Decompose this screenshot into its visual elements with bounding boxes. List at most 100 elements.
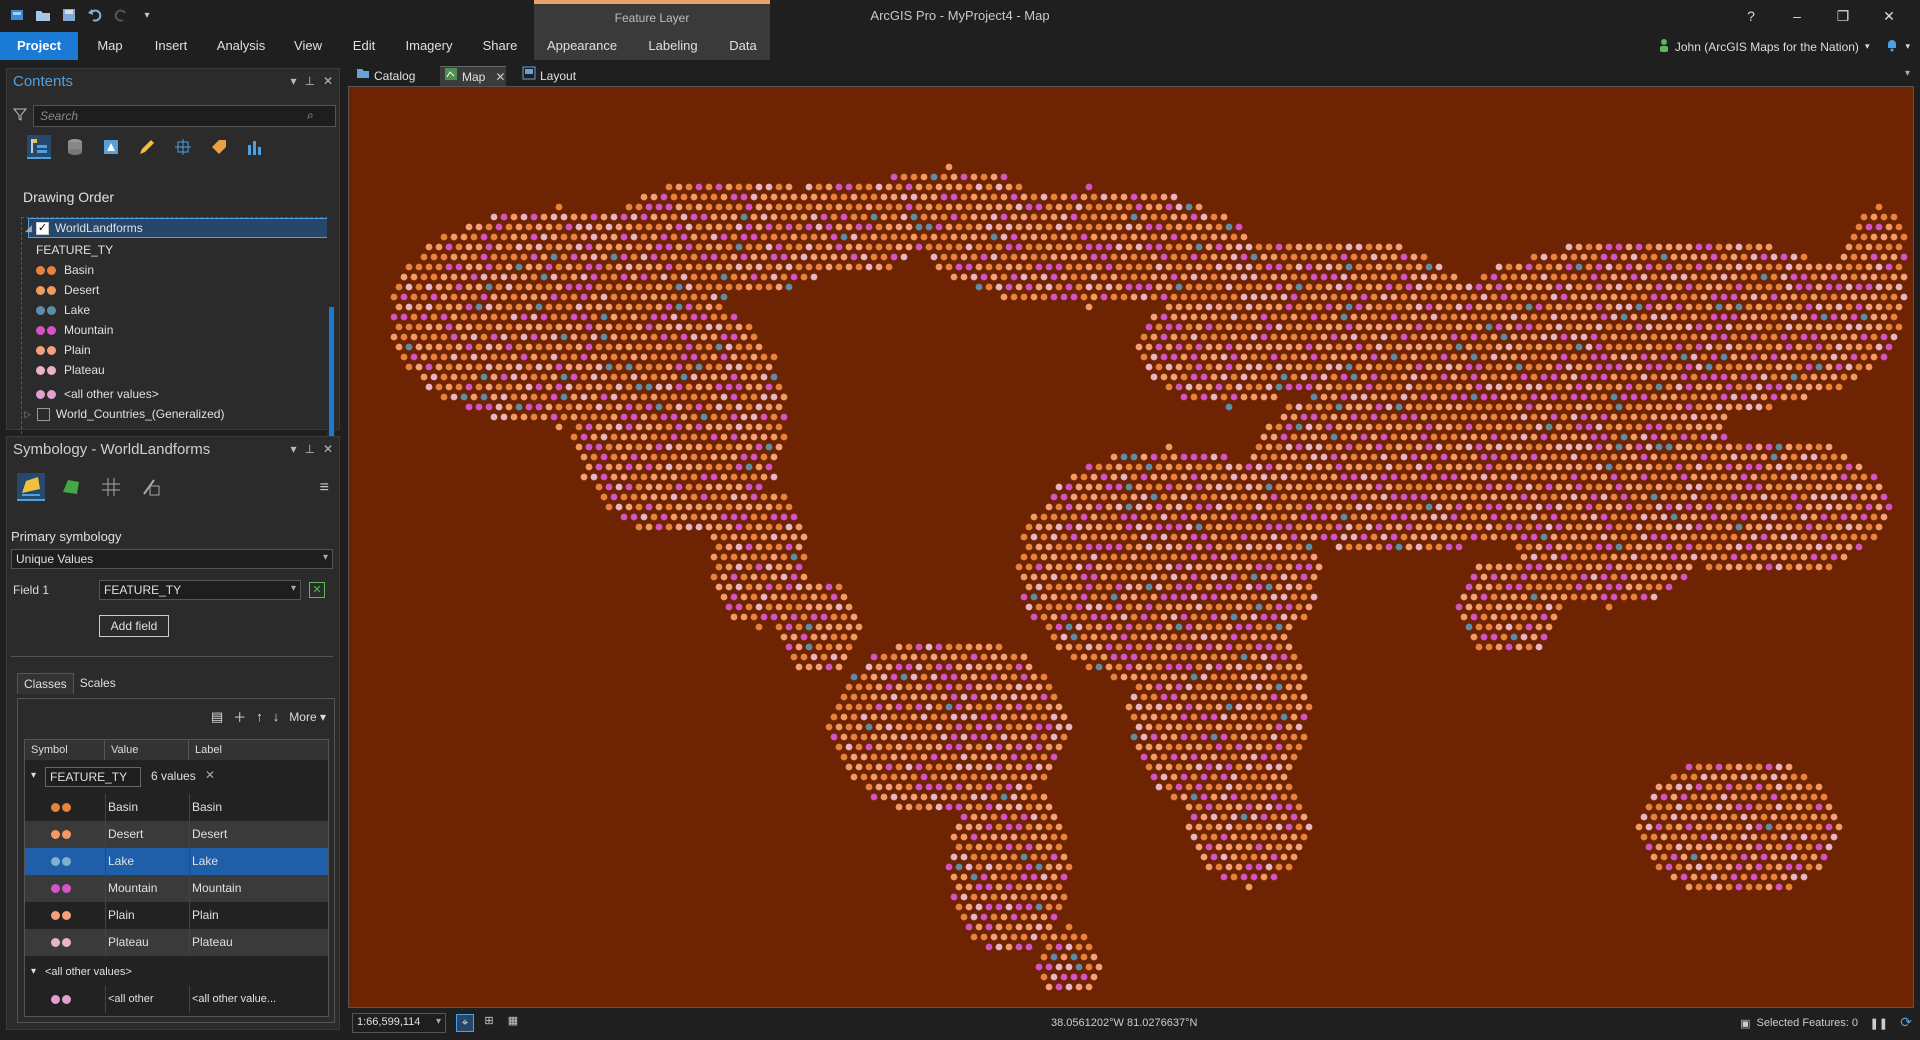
layer-visibility-checkbox[interactable] xyxy=(36,407,50,421)
class-row[interactable]: Desert Desert xyxy=(25,821,328,848)
more-button[interactable]: More ▾ xyxy=(289,710,326,724)
help-button[interactable]: ? xyxy=(1728,4,1774,28)
undo-icon[interactable] xyxy=(86,6,104,24)
class-label[interactable]: Basin xyxy=(189,794,309,821)
remove-group-icon[interactable]: ✕ xyxy=(205,768,215,782)
move-down-icon[interactable]: ↓ xyxy=(273,709,280,724)
add-value-icon[interactable]: ＋ xyxy=(233,707,246,726)
vary-symbology-icon[interactable] xyxy=(57,473,85,501)
collapse-arrow-icon[interactable]: ▾ xyxy=(31,770,36,781)
close-button[interactable]: ✕ xyxy=(1866,4,1912,28)
notification-icon[interactable] xyxy=(1885,38,1899,55)
splitter[interactable] xyxy=(11,656,333,657)
sql-expression-icon[interactable]: ✕ xyxy=(309,582,325,598)
list-by-labeling-icon[interactable] xyxy=(207,135,231,159)
class-value[interactable]: Desert xyxy=(105,821,185,848)
tab-share[interactable]: Share xyxy=(476,32,524,60)
map-canvas[interactable] xyxy=(349,87,1914,1008)
legend-item[interactable]: Desert xyxy=(36,280,332,300)
symbology-method-dropdown[interactable]: Unique Values ▾ xyxy=(11,549,333,569)
view-tab-map[interactable]: Map ✕ xyxy=(440,66,506,86)
pin-icon[interactable]: ⊥ xyxy=(304,442,314,456)
class-value[interactable]: <all other value... xyxy=(105,986,185,1013)
close-icon[interactable]: ✕ xyxy=(323,442,333,456)
legend-item[interactable]: Plain xyxy=(36,340,332,360)
list-by-drawing-order-icon[interactable] xyxy=(27,135,51,159)
list-by-source-icon[interactable] xyxy=(63,135,87,159)
redo-icon[interactable] xyxy=(112,6,130,24)
class-value[interactable]: Lake xyxy=(105,848,185,875)
collapse-arrow-icon[interactable]: ▾ xyxy=(31,966,36,977)
symbol-swatch[interactable] xyxy=(51,936,73,948)
filter-icon[interactable] xyxy=(12,107,28,124)
layer-visibility-checkbox[interactable]: ✓ xyxy=(35,221,49,235)
class-value[interactable]: Basin xyxy=(105,794,185,821)
restore-button[interactable]: ❐ xyxy=(1820,4,1866,28)
list-by-selection-icon[interactable] xyxy=(99,135,123,159)
list-by-snapping-icon[interactable] xyxy=(171,135,195,159)
advanced-symbology-icon[interactable] xyxy=(137,473,165,501)
pin-icon[interactable]: ⊥ xyxy=(304,74,314,88)
save-icon[interactable] xyxy=(60,6,78,24)
tab-analysis[interactable]: Analysis xyxy=(212,32,270,60)
menu-icon[interactable]: ≡ xyxy=(320,479,329,497)
class-row[interactable]: Plain Plain xyxy=(25,902,328,929)
tab-map[interactable]: Map xyxy=(90,32,130,60)
chevron-down-icon[interactable]: ▾ xyxy=(1905,68,1910,79)
user-account[interactable]: John (ArcGIS Maps for the Nation) ▾ ▾ xyxy=(1659,38,1910,55)
layer-row-world-countries[interactable]: ▷ World_Countries_(Generalized) xyxy=(22,404,332,424)
class-label[interactable]: Plain xyxy=(189,902,309,929)
class-row-selected[interactable]: Lake Lake xyxy=(25,848,328,875)
class-label[interactable]: <all other value... xyxy=(189,986,309,1013)
customize-toolbar-icon[interactable]: ▾ xyxy=(138,6,156,24)
class-value[interactable]: Mountain xyxy=(105,875,185,902)
class-label[interactable]: Mountain xyxy=(189,875,309,902)
primary-symbology-icon[interactable] xyxy=(17,473,45,501)
expand-arrow-icon[interactable]: ▷ xyxy=(24,409,31,420)
tab-labeling[interactable]: Labeling xyxy=(640,32,706,60)
symbol-swatch[interactable] xyxy=(51,882,73,894)
open-project-icon[interactable] xyxy=(34,6,52,24)
symbol-swatch[interactable] xyxy=(51,909,73,921)
collapse-arrow-icon[interactable]: ◢ xyxy=(25,223,32,234)
view-tab-catalog[interactable]: Catalog xyxy=(352,66,419,86)
symbol-swatch[interactable] xyxy=(51,993,73,1005)
tab-appearance[interactable]: Appearance xyxy=(542,32,622,60)
column-header-value[interactable]: Value xyxy=(105,740,189,760)
tab-data[interactable]: Data xyxy=(722,32,764,60)
tab-insert[interactable]: Insert xyxy=(148,32,194,60)
tab-edit[interactable]: Edit xyxy=(346,32,382,60)
pane-menu-icon[interactable]: ▾ xyxy=(290,442,296,456)
tab-scales[interactable]: Scales xyxy=(74,673,122,694)
column-header-symbol[interactable]: Symbol xyxy=(25,740,105,760)
symbol-swatch[interactable] xyxy=(51,801,73,813)
tab-imagery[interactable]: Imagery xyxy=(400,32,458,60)
layer-row-worldlandforms[interactable]: ◢ ✓ WorldLandforms xyxy=(25,218,328,238)
class-row[interactable]: Plateau Plateau xyxy=(25,929,328,956)
legend-item[interactable]: Mountain xyxy=(36,320,332,340)
pane-menu-icon[interactable]: ▾ xyxy=(290,74,296,88)
class-row[interactable]: Basin Basin xyxy=(25,794,328,821)
search-icon[interactable]: ⌕ xyxy=(307,108,314,123)
symbol-layer-drawing-icon[interactable] xyxy=(97,473,125,501)
class-row-other[interactable]: <all other value...<all other value... xyxy=(25,986,328,1013)
legend-item-other[interactable]: <all other values> xyxy=(36,384,332,404)
close-icon[interactable]: ✕ xyxy=(495,67,505,87)
move-up-icon[interactable]: ↑ xyxy=(256,709,263,724)
group-field-input[interactable]: FEATURE_TY xyxy=(45,767,141,787)
list-by-editing-icon[interactable] xyxy=(135,135,159,159)
add-field-button[interactable]: Add field xyxy=(99,615,169,637)
class-label[interactable]: Lake xyxy=(189,848,309,875)
legend-item[interactable]: Plateau xyxy=(36,360,332,380)
minimize-button[interactable]: – xyxy=(1774,4,1820,28)
legend-item[interactable]: Basin xyxy=(36,260,332,280)
symbol-swatch[interactable] xyxy=(51,828,73,840)
field1-dropdown[interactable]: FEATURE_TY ▾ xyxy=(99,580,301,600)
view-tab-layout[interactable]: Layout xyxy=(518,66,580,86)
tab-classes[interactable]: Classes xyxy=(17,673,74,694)
class-label[interactable]: Plateau xyxy=(189,929,309,956)
tab-project[interactable]: Project xyxy=(0,32,78,60)
class-value[interactable]: Plateau xyxy=(105,929,185,956)
close-icon[interactable]: ✕ xyxy=(323,74,333,88)
column-header-label[interactable]: Label xyxy=(189,740,328,760)
